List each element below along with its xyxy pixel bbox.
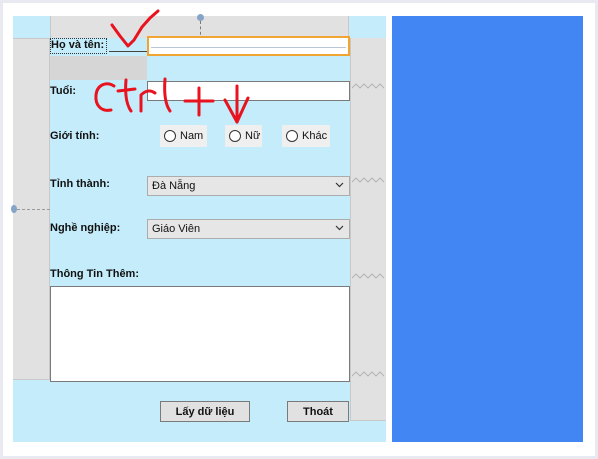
right-blue-panel: [392, 16, 583, 442]
radio-khac[interactable]: Khác: [282, 125, 330, 147]
tinh-thanh-label: Tỉnh thành:: [50, 178, 110, 190]
radio-nu[interactable]: Nữ: [225, 125, 262, 147]
ho-ten-input[interactable]: [147, 36, 350, 56]
radio-circle-icon[interactable]: [164, 130, 176, 142]
tuoi-input[interactable]: [147, 81, 350, 101]
tinh-thanh-dropdown[interactable]: Đà Nẵng: [147, 176, 350, 196]
break-zigzag-icon: [352, 177, 385, 183]
ho-ten-label: Họ và tên:: [50, 38, 148, 54]
radio-circle-icon[interactable]: [229, 130, 241, 142]
label-shade-area: [50, 56, 147, 80]
gioi-tinh-label: Giới tính:: [50, 130, 100, 142]
thoat-button[interactable]: Thoát: [287, 401, 349, 422]
thong-tin-them-textarea[interactable]: [50, 286, 350, 382]
chevron-down-icon[interactable]: [335, 180, 344, 189]
right-gray-strip: [350, 38, 386, 421]
break-zigzag-icon: [352, 371, 385, 377]
lay-du-lieu-button[interactable]: Lấy dữ liệu: [160, 401, 250, 422]
top-resize-grip-icon[interactable]: [197, 14, 204, 21]
nghe-nghiep-selected-value: Giáo Viên: [152, 223, 201, 235]
break-zigzag-icon: [352, 273, 385, 279]
tinh-thanh-selected-value: Đà Nẵng: [152, 180, 196, 192]
thong-tin-them-label: Thông Tin Thêm:: [50, 268, 140, 280]
nghe-nghiep-label: Nghề nghiệp:: [50, 222, 121, 234]
chevron-down-icon[interactable]: [335, 223, 344, 232]
snap-guide-line: [17, 209, 50, 210]
radio-khac-label: Khác: [302, 130, 328, 142]
radio-nam[interactable]: Nam: [160, 125, 207, 147]
radio-circle-icon[interactable]: [286, 130, 298, 142]
break-zigzag-icon: [352, 83, 385, 89]
nghe-nghiep-dropdown[interactable]: Giáo Viên: [147, 219, 350, 239]
radio-nu-label: Nữ: [245, 130, 261, 142]
tuoi-label: Tuổi:: [50, 85, 77, 97]
radio-nam-label: Nam: [180, 130, 204, 142]
